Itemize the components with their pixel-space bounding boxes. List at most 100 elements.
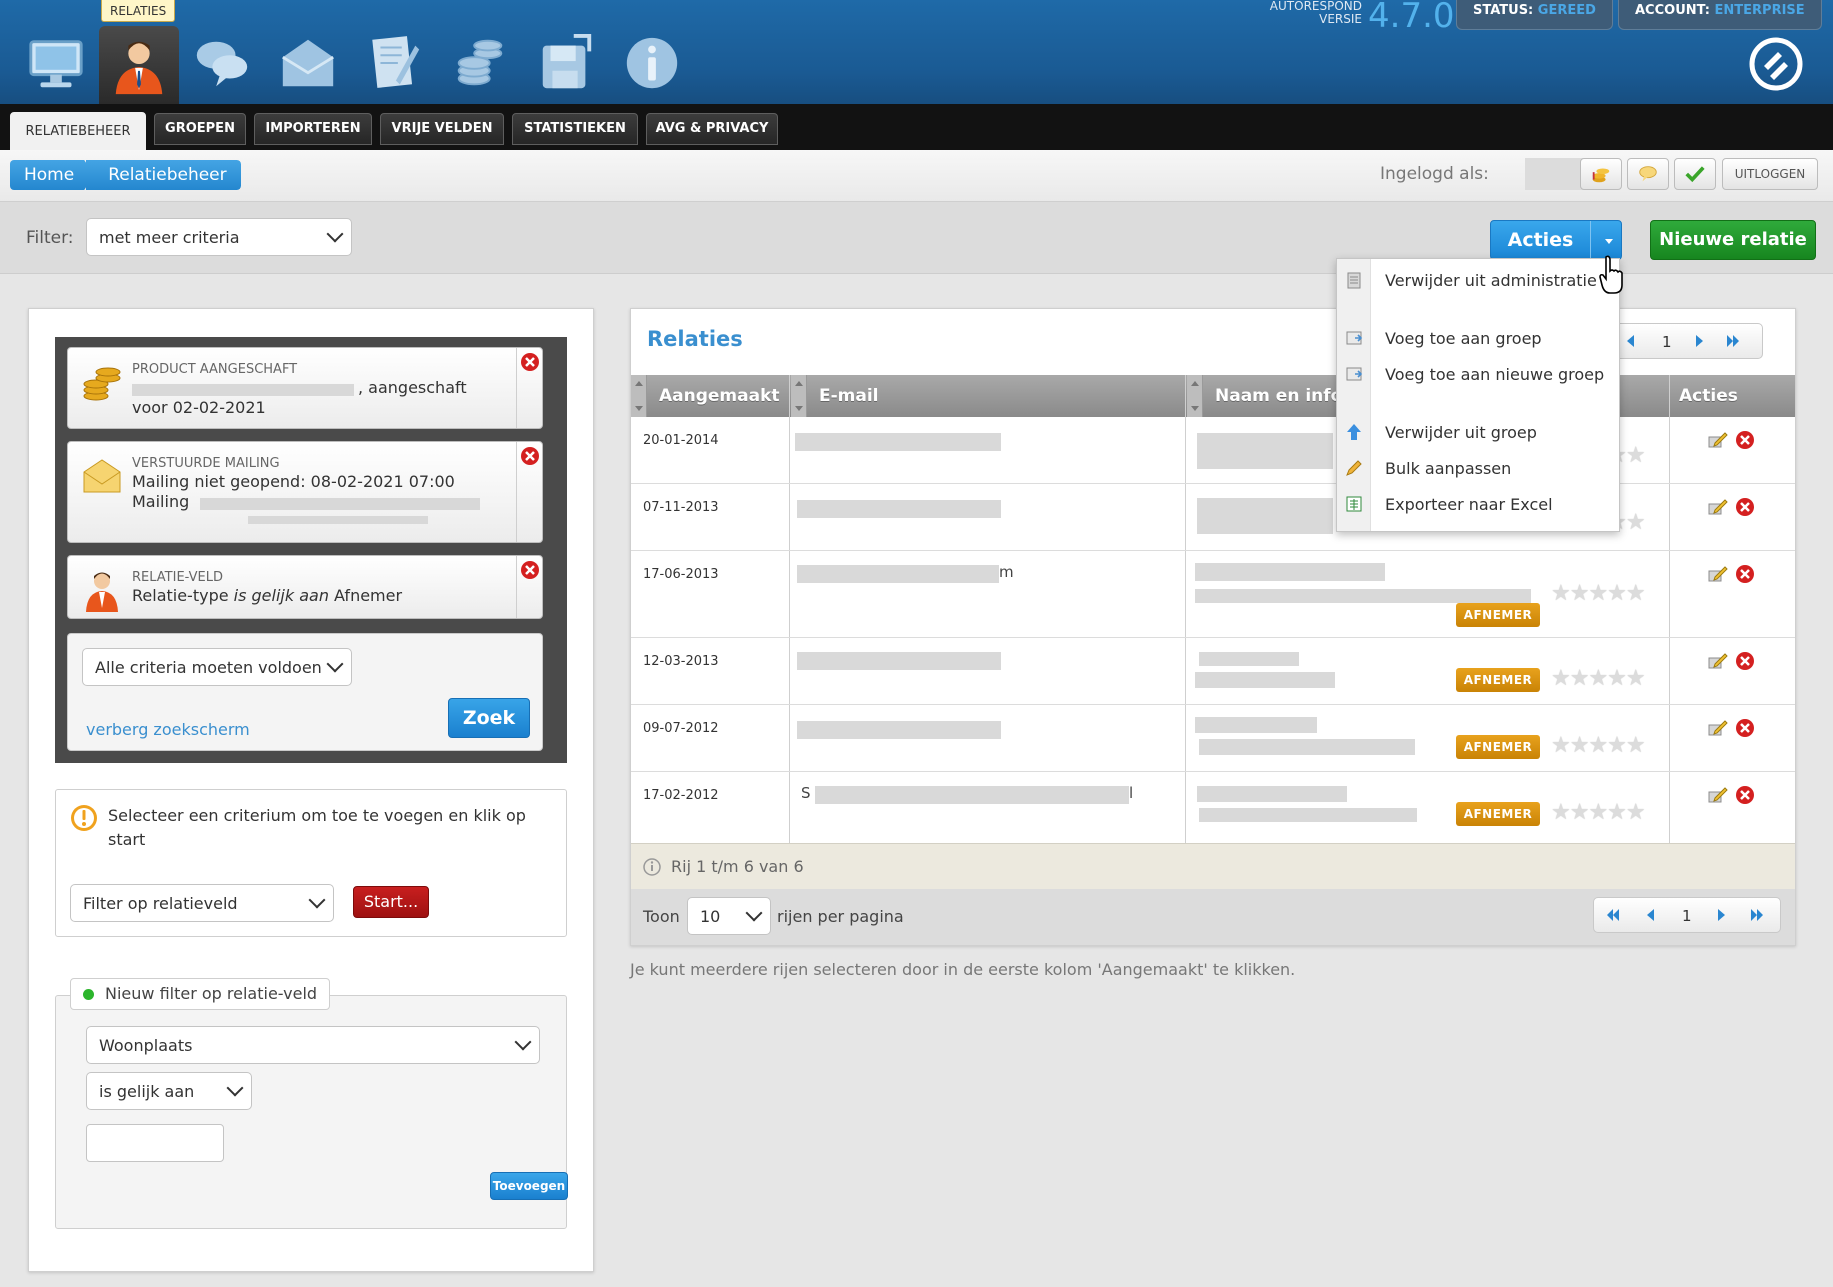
delete-icon[interactable] [1735,497,1755,517]
menu-item-label[interactable]: Bulk aanpassen [1385,457,1609,480]
table-row[interactable]: 17-06-2013 m AFNEMER ★★★★★ [631,551,1795,638]
match-mode-value: Alle criteria moeten voldoen [95,657,322,677]
redacted-info [1195,672,1335,688]
table-row[interactable]: 20-01-2014 ★★★★★ [631,417,1795,484]
start-button[interactable]: Start... [353,886,429,918]
table-row[interactable]: 12-03-2013 AFNEMER ★★★★★ [631,638,1795,705]
edit-icon[interactable] [1707,563,1729,585]
monitor-icon[interactable] [16,26,96,100]
sort-arrows-icon[interactable] [631,375,647,417]
new-relatie-button[interactable]: Nieuwe relatie [1650,220,1816,260]
operator-select[interactable]: is gelijk aan [86,1072,252,1110]
delete-icon[interactable] [1735,651,1755,671]
prev-page-icon[interactable] [1624,334,1638,348]
menu-item-exporteer-excel[interactable]: Exporteer naar Excel [1337,493,1619,525]
version-label: AUTORESPOND VERSIE [1262,0,1362,26]
remove-criterion-icon[interactable] [520,352,540,372]
document-pen-icon[interactable] [354,26,434,100]
criterion-field: Relatie-type [132,586,234,605]
rating-stars[interactable]: ★★★★★ [1551,733,1646,758]
menu-item-label[interactable]: Voeg toe aan groep [1385,327,1609,350]
logout-button[interactable]: UITLOGGEN [1722,158,1818,190]
rating-stars[interactable]: ★★★★★ [1551,581,1646,606]
credits-button[interactable] [1580,158,1622,190]
table-row[interactable]: 17-02-2012 S l AFNEMER ★★★★★ [631,772,1795,843]
prev-page-icon[interactable] [1644,908,1658,922]
redacted-info [1199,739,1415,755]
tab-relatiebeheer[interactable]: RELATIEBEHEER [10,112,146,150]
filter-value-input[interactable] [86,1124,224,1162]
acties-button[interactable]: Acties [1490,220,1622,260]
approve-button[interactable] [1674,158,1716,190]
filter-select[interactable]: met meer criteria [86,218,352,256]
match-mode-select[interactable]: Alle criteria moeten voldoen [82,648,352,686]
menu-item-label[interactable]: Exporteer naar Excel [1385,493,1609,516]
info-icon[interactable] [612,26,692,100]
new-filter-legend: Nieuw filter op relatie-veld [70,978,331,1010]
delete-icon[interactable] [1735,718,1755,738]
chat-bubbles-icon[interactable] [182,26,262,100]
remove-criterion-icon[interactable] [520,560,540,580]
menu-item-verwijder-administratie[interactable]: Verwijder uit administratie [1337,269,1619,319]
delete-icon[interactable] [1735,785,1755,805]
zoek-button[interactable]: Zoek [448,698,530,738]
tab-importeren[interactable]: IMPORTEREN [254,113,372,145]
tab-vrije-velden[interactable]: VRIJE VELDEN [380,113,504,145]
row-created: 09-07-2012 [643,721,719,736]
per-page-select[interactable]: 10 [687,897,771,935]
table-row[interactable]: 07-11-2013 ★★★★★ [631,484,1795,551]
hide-search-link[interactable]: verberg zoekscherm [86,720,250,739]
field-select[interactable]: Woonplaats [86,1026,540,1064]
sort-arrows-icon[interactable] [1187,375,1203,417]
envelope-icon[interactable] [268,26,348,100]
add-new-group-icon [1346,367,1363,381]
edit-icon[interactable] [1707,496,1729,518]
menu-item-voeg-toe-nieuwe-groep[interactable]: Voeg toe aan nieuwe groep [1337,363,1619,413]
logged-in-label: Ingelogd als: [1380,164,1489,184]
add-group-icon [1346,331,1363,345]
user-icon [86,572,118,612]
breadcrumb-home[interactable]: Home [10,160,94,190]
menu-item-label[interactable]: Verwijder uit groep [1385,421,1609,444]
menu-item-voeg-toe-groep[interactable]: Voeg toe aan groep [1337,327,1619,359]
caret-down-icon[interactable] [1605,239,1613,244]
menu-item-label[interactable]: Verwijder uit administratie [1385,269,1609,292]
criterion-kind: RELATIE-VELD [132,570,223,585]
delete-icon[interactable] [1735,430,1755,450]
remove-criterion-icon[interactable] [520,446,540,466]
menu-item-label[interactable]: Voeg toe aan nieuwe groep [1385,363,1609,386]
table-row[interactable]: 09-07-2012 AFNEMER ★★★★★ [631,705,1795,772]
next-page-icon[interactable] [1714,908,1728,922]
toevoegen-button[interactable]: Toevoegen [490,1172,568,1200]
criterion-type-select[interactable]: Filter op relatieveld [70,884,334,922]
column-header-naam[interactable]: Naam en info [1215,375,1342,417]
acties-button-label[interactable]: Acties [1491,221,1591,259]
next-page-icon[interactable] [1692,334,1706,348]
sort-arrows-icon[interactable] [791,375,807,417]
first-page-icon[interactable] [1606,908,1620,922]
coins-icon[interactable] [440,26,520,100]
edit-icon[interactable] [1707,784,1729,806]
last-page-icon[interactable] [1750,908,1764,922]
tab-statistieken[interactable]: STATISTIEKEN [512,113,638,145]
relaties-user-icon[interactable] [99,26,179,104]
delete-icon[interactable] [1735,564,1755,584]
tab-avg-privacy[interactable]: AVG & PRIVACY [646,113,778,145]
menu-item-bulk-aanpassen[interactable]: Bulk aanpassen [1337,457,1619,489]
menu-item-verwijder-uit-groep[interactable]: Verwijder uit groep [1337,421,1619,453]
edit-icon[interactable] [1707,429,1729,451]
column-header-aangemaakt[interactable]: Aangemaakt [659,375,780,417]
edit-icon[interactable] [1707,650,1729,672]
last-page-icon[interactable] [1726,334,1740,348]
floppy-icon[interactable] [526,26,606,100]
column-header-email[interactable]: E-mail [819,375,879,417]
rating-stars[interactable]: ★★★★★ [1551,666,1646,691]
rating-stars[interactable]: ★★★★★ [1551,800,1646,825]
redacted-email [797,565,999,583]
breadcrumb-relatiebeheer[interactable]: Relatiebeheer [86,160,241,190]
edit-icon[interactable] [1707,717,1729,739]
tab-groepen[interactable]: GROEPEN [154,113,246,145]
excel-icon [1346,496,1362,512]
autorespond-logo-icon[interactable] [1748,36,1804,92]
messages-button[interactable] [1627,158,1669,190]
